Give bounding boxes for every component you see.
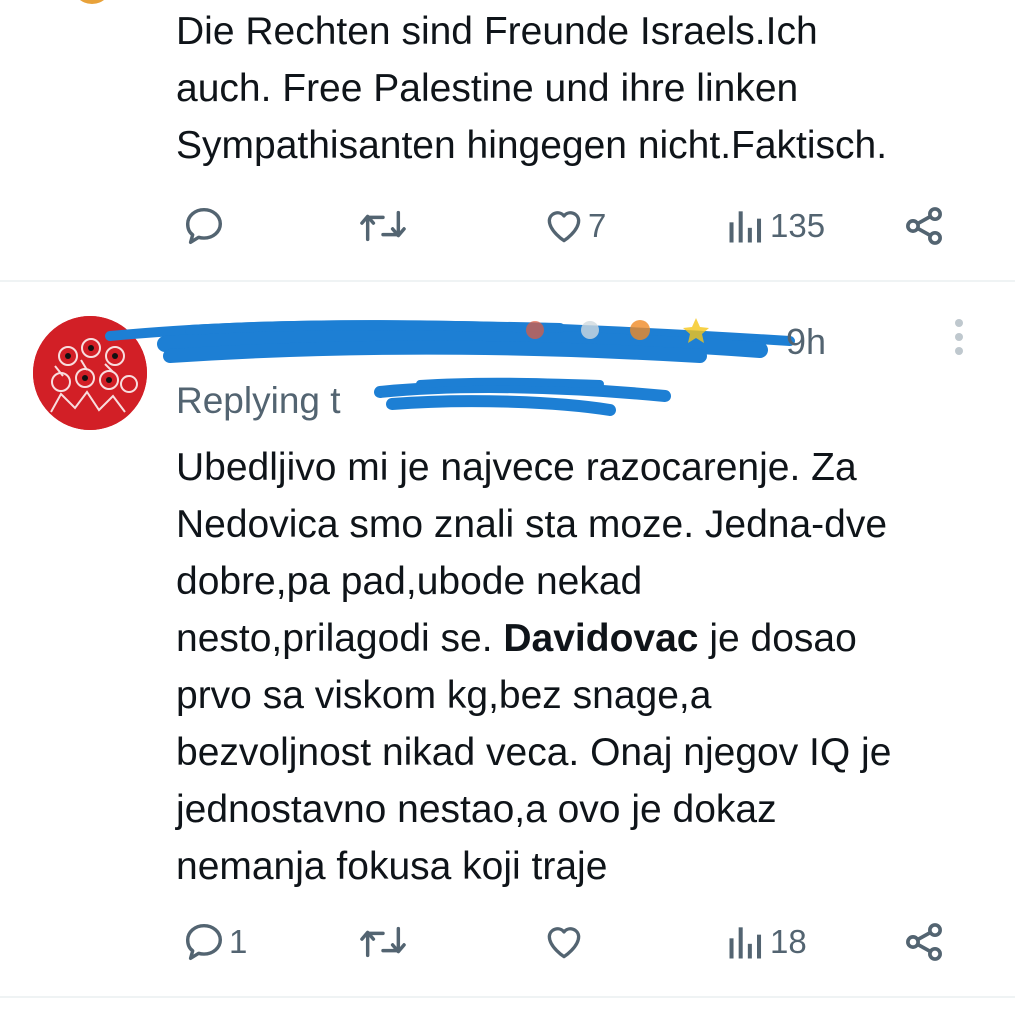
- views-count: 135: [770, 207, 826, 244]
- like-button[interactable]: 7: [542, 201, 606, 251]
- avatar-illustration: [33, 316, 147, 430]
- reply-button[interactable]: 1: [181, 917, 247, 967]
- avatar-partial: [72, 0, 112, 4]
- reply-icon: [185, 923, 223, 961]
- avatar[interactable]: [33, 316, 147, 430]
- share-button[interactable]: [902, 917, 946, 967]
- tweet-time[interactable]: 9h: [786, 320, 826, 364]
- more-vertical-icon: [955, 319, 963, 355]
- reply-icon: [185, 207, 223, 245]
- retweet-icon: [360, 210, 406, 242]
- more-options-button[interactable]: [946, 316, 972, 360]
- mention[interactable]: Davidovac: [503, 617, 698, 660]
- like-count: 7: [588, 207, 607, 244]
- views-button[interactable]: 18: [724, 917, 807, 967]
- tweet-actions: 7 135: [0, 201, 1015, 251]
- share-icon: [906, 923, 942, 961]
- retweet-button[interactable]: [358, 917, 408, 967]
- share-button[interactable]: [902, 201, 946, 251]
- reply-button[interactable]: [181, 201, 227, 251]
- views-icon: [729, 927, 762, 959]
- heart-icon: [547, 927, 581, 959]
- share-icon: [906, 207, 942, 245]
- views-button[interactable]: 135: [724, 201, 825, 251]
- replying-to: Replying t: [176, 380, 341, 421]
- retweet-button[interactable]: [358, 201, 408, 251]
- like-button[interactable]: [542, 917, 586, 967]
- retweet-icon: [360, 926, 406, 958]
- divider: [0, 996, 1015, 998]
- tweet-text: Ubedljivo mi je najvece razocarenje. Za …: [176, 439, 891, 895]
- tweet-actions: 1 18: [0, 917, 1015, 967]
- views-icon: [729, 211, 762, 243]
- reply-count: 1: [229, 923, 248, 960]
- heart-icon: [547, 211, 581, 243]
- tweet-text: Die Rechten sind Freunde Israels.Ich auc…: [176, 10, 888, 167]
- views-count: 18: [770, 923, 807, 960]
- divider: [0, 280, 1015, 282]
- tweet-thread: Die Rechten sind Freunde Israels.Ich auc…: [0, 0, 1015, 1024]
